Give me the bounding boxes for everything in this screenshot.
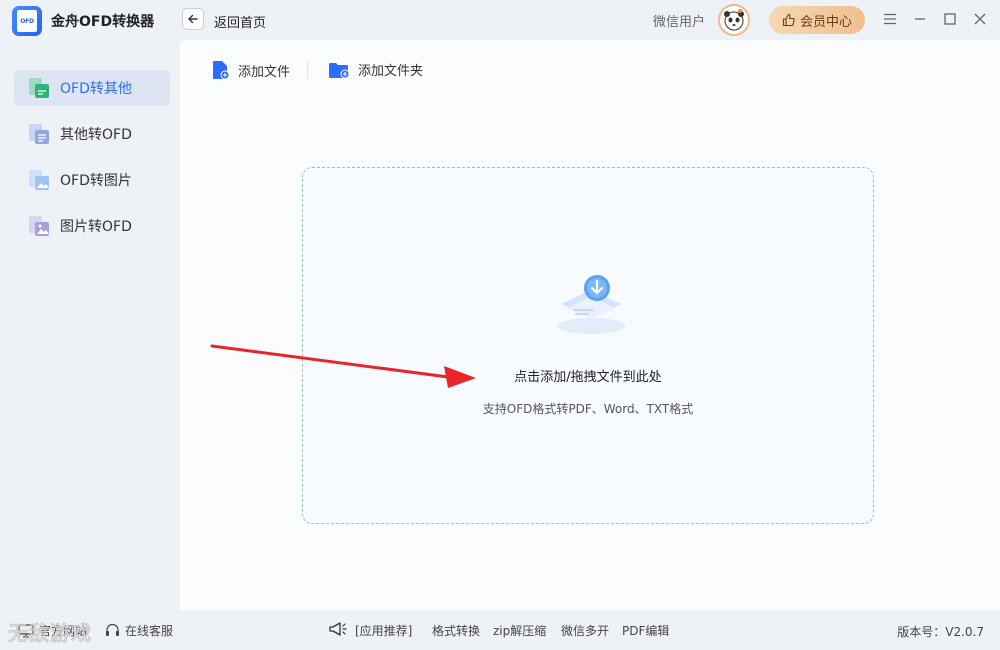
add-folder-label: 添加文件夹	[358, 64, 424, 79]
footer-link-pdf-edit[interactable]: PDF编辑	[622, 622, 669, 639]
avatar[interactable]	[718, 4, 750, 36]
headset-icon	[106, 623, 119, 636]
dropzone-title: 点击添加/拖拽文件到此处	[514, 370, 662, 385]
megaphone-icon	[329, 622, 347, 636]
user-name[interactable]: 微信用户	[653, 11, 705, 30]
maximize-button[interactable]	[941, 10, 959, 28]
menu-button[interactable]	[881, 10, 899, 28]
panda-avatar-icon	[724, 9, 744, 31]
sidebar-item-ofd-to-other[interactable]: OFD转其他	[14, 70, 170, 106]
vip-center-label: 会员中心	[799, 14, 852, 30]
sidebar-item-other-to-ofd[interactable]: 其他转OFD	[14, 116, 170, 152]
upload-illustration-icon	[557, 275, 625, 334]
sidebar-item-image-to-ofd[interactable]: 图片转OFD	[14, 208, 170, 244]
add-file-button[interactable]: 添加文件	[212, 60, 290, 80]
add-file-label: 添加文件	[238, 64, 291, 80]
footer-link-format-convert[interactable]: 格式转换	[432, 622, 480, 639]
arrow-left-icon	[188, 14, 198, 24]
minimize-icon	[915, 18, 925, 20]
back-button[interactable]	[182, 8, 204, 30]
close-button[interactable]	[971, 10, 989, 28]
watermark-text: 无敌游戏	[8, 621, 92, 646]
add-folder-button[interactable]: 添加文件夹	[328, 60, 423, 79]
sidebar-item-label: OFD转其他	[60, 81, 132, 97]
image-to-ofd-icon	[29, 216, 49, 236]
sidebar-item-label: OFD转图片	[60, 173, 132, 189]
add-folder-icon	[329, 62, 350, 78]
dropzone-subtitle: 支持OFD格式转PDF、Word、TXT格式	[482, 402, 694, 416]
app-recommend-label: [应用推荐]	[355, 624, 413, 638]
back-home-link[interactable]: 返回首页	[214, 12, 266, 31]
version-label: 版本号：V2.0.7	[897, 625, 984, 639]
main-panel: 添加文件 添加文件夹 点击添加/拖拽文件到此处 支持OFD格式转PDF、Word…	[180, 40, 1000, 610]
other-to-ofd-icon	[29, 124, 49, 144]
footer-link-wechat-multi[interactable]: 微信多开	[561, 622, 609, 639]
toolbar-divider	[307, 61, 308, 79]
bottom-bar: 官方网站 在线客服 [应用推荐] 格式转换 zip解压缩 微信多开 PDF编辑 …	[0, 610, 1000, 650]
close-icon	[974, 13, 986, 25]
sidebar-item-ofd-to-image[interactable]: OFD转图片	[14, 162, 170, 198]
app-logo-text: OFD	[17, 10, 37, 32]
online-support-link[interactable]: 在线客服	[105, 622, 173, 639]
ofd-to-other-icon	[29, 78, 49, 98]
sidebar-item-label: 其他转OFD	[60, 127, 132, 143]
minimize-button[interactable]	[911, 10, 929, 28]
app-logo: OFD	[12, 6, 42, 36]
app-title: 金舟OFD转换器	[51, 14, 155, 30]
maximize-icon	[944, 13, 956, 25]
online-support-label: 在线客服	[125, 624, 174, 638]
sidebar: OFD转其他 其他转OFD OFD转图片 图片转OFD	[0, 40, 180, 610]
vip-center-button[interactable]: 会员中心	[769, 6, 865, 34]
footer-link-zip[interactable]: zip解压缩	[493, 622, 546, 639]
thumbs-up-icon	[782, 13, 795, 27]
sidebar-item-label: 图片转OFD	[60, 219, 132, 235]
add-file-icon	[213, 61, 230, 80]
file-dropzone[interactable]: 点击添加/拖拽文件到此处 支持OFD格式转PDF、Word、TXT格式	[302, 167, 874, 524]
title-bar: OFD 金舟OFD转换器 返回首页 微信用户 会员中心	[0, 0, 1000, 40]
menu-icon	[884, 13, 896, 25]
ofd-to-image-icon	[29, 170, 49, 190]
